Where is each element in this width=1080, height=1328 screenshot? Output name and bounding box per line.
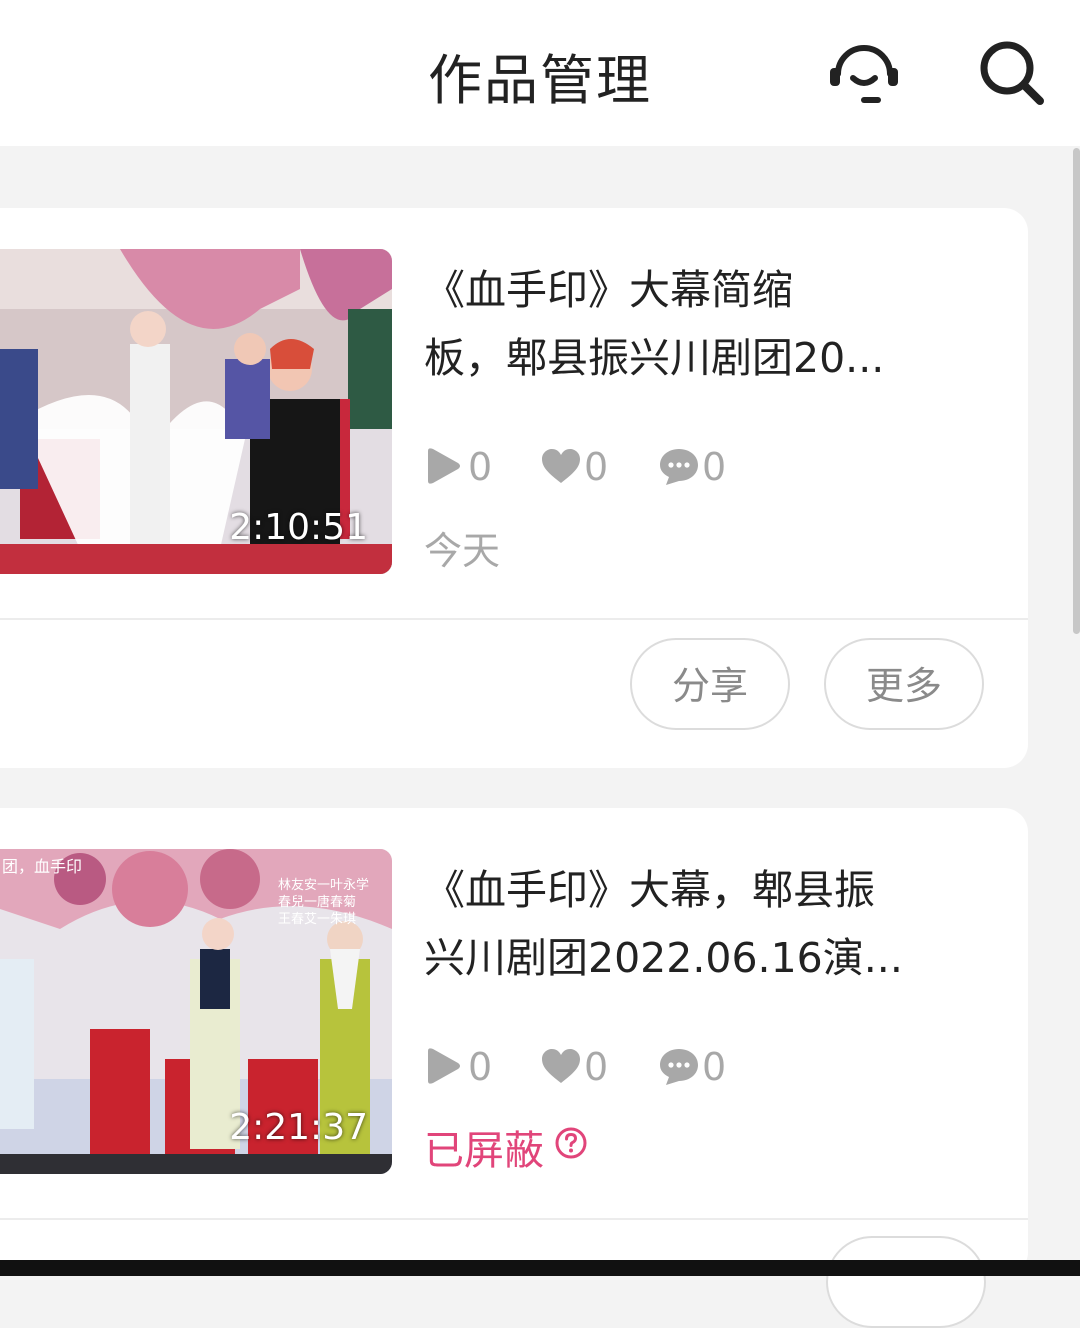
customer-service-icon[interactable] xyxy=(826,38,902,106)
video-card[interactable]: 2:10:51 《血手印》大幕简缩 板，郫县振兴川剧团20... 0 0 0 今… xyxy=(0,208,1028,768)
comment-count-value: 0 xyxy=(702,1045,727,1089)
video-thumbnail[interactable]: 2:10:51 xyxy=(0,249,392,574)
play-icon xyxy=(424,1047,462,1089)
video-thumbnail[interactable]: 团，血手印 林友安一叶永学 春兒一唐春菊 王春艾一朱琪 2:21:37 xyxy=(0,849,392,1174)
cast-overlay: 林友安一叶永学 春兒一唐春菊 王春艾一朱琪 xyxy=(278,877,369,928)
play-icon xyxy=(424,447,462,489)
share-button[interactable]: 分享 xyxy=(630,638,790,730)
search-icon[interactable] xyxy=(974,38,1050,106)
page-title: 作品管理 xyxy=(428,49,652,112)
play-count-value: 0 xyxy=(468,445,493,489)
heart-icon xyxy=(540,447,582,489)
publish-date: 今天 xyxy=(424,529,501,573)
divider xyxy=(0,618,1028,620)
more-button[interactable]: 更多 xyxy=(824,638,984,730)
cast-line: 王春艾一朱琪 xyxy=(278,912,357,927)
scrollbar[interactable] xyxy=(1073,148,1080,634)
cast-line: 林友安一叶永学 xyxy=(278,878,370,893)
blocked-status[interactable]: 已屏蔽 xyxy=(424,1118,588,1176)
comment-icon xyxy=(658,447,700,491)
like-count-value: 0 xyxy=(584,1045,609,1089)
play-count-value: 0 xyxy=(468,1045,493,1089)
video-title-line: 《血手印》大幕简缩 xyxy=(424,266,793,314)
video-duration: 2:21:37 xyxy=(229,1107,368,1148)
video-title[interactable]: 《血手印》大幕简缩 板，郫县振兴川剧团20... xyxy=(424,256,984,392)
video-card[interactable]: 团，血手印 林友安一叶永学 春兒一唐春菊 王春艾一朱琪 2:21:37 《血手印… xyxy=(0,808,1028,1328)
video-title[interactable]: 《血手印》大幕，郫县振 兴川剧团2022.06.16演... xyxy=(424,856,984,992)
more-button-partial[interactable] xyxy=(826,1236,986,1328)
video-title-line: 《血手印》大幕，郫县振 xyxy=(424,866,875,914)
system-navigation-bar xyxy=(0,1260,1080,1276)
heart-icon xyxy=(540,1047,582,1089)
comment-count-value: 0 xyxy=(702,445,727,489)
video-duration: 2:10:51 xyxy=(229,507,368,548)
cast-line: 春兒一唐春菊 xyxy=(278,895,357,910)
overlay-text: 团，血手印 xyxy=(2,857,83,876)
like-count-value: 0 xyxy=(584,445,609,489)
top-header: 作品管理 xyxy=(0,0,1080,146)
divider xyxy=(0,1218,1028,1220)
video-title-line: 兴川剧团2022.06.16演... xyxy=(424,934,903,982)
blocked-label: 已屏蔽 xyxy=(424,1128,544,1174)
help-circle-icon[interactable] xyxy=(554,1124,588,1170)
video-title-line: 板，郫县振兴川剧团20... xyxy=(424,334,885,382)
comment-icon xyxy=(658,1047,700,1091)
